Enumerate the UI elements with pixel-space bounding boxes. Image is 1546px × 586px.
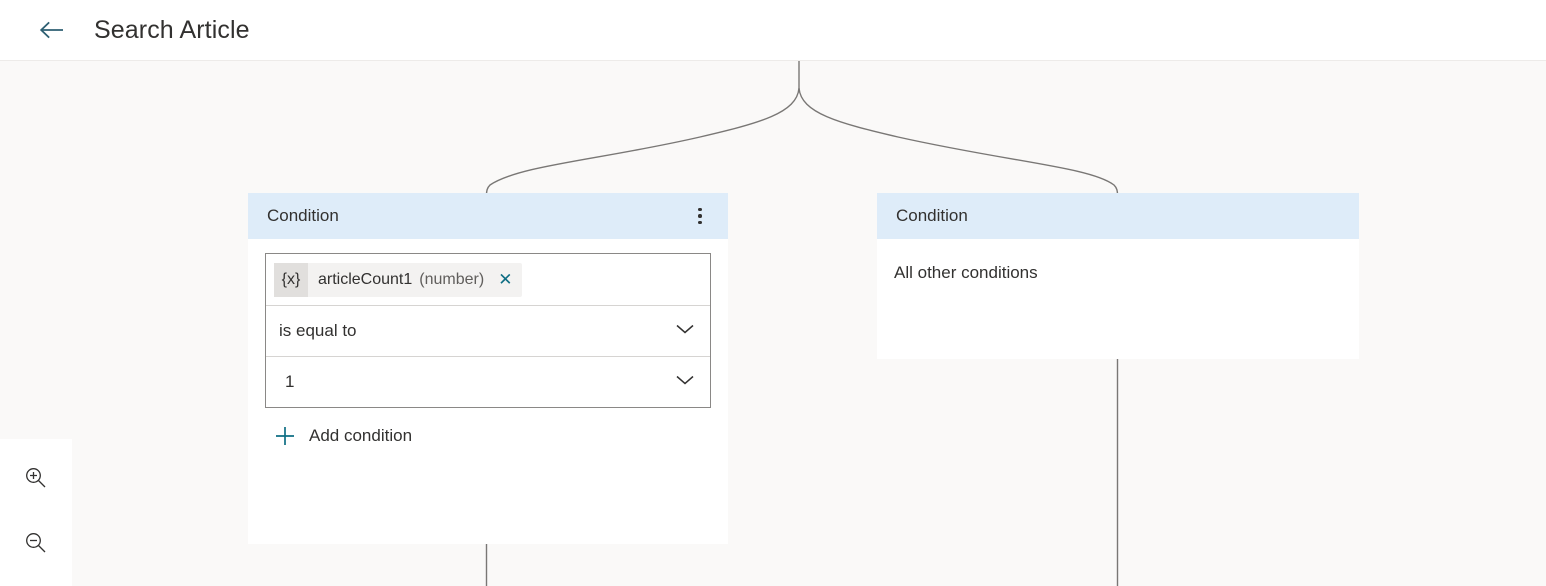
condition-operator-dropdown[interactable]: is equal to — [266, 305, 710, 356]
arrow-left-icon — [38, 20, 66, 40]
back-button[interactable] — [30, 10, 74, 50]
node-condition-body: {x} articleCount1 (number) ✕ is equal to — [248, 239, 728, 447]
plus-icon — [274, 425, 296, 447]
flow-canvas[interactable]: Condition {x} articleCount1 (number) ✕ — [0, 61, 1546, 586]
node-else-header: Condition — [877, 193, 1359, 239]
variable-type: (number) — [419, 271, 484, 289]
zoom-out-button[interactable] — [11, 516, 61, 569]
edge-branch-left — [487, 88, 800, 195]
chevron-down-icon[interactable] — [674, 373, 696, 392]
flow-designer-screen: Search Article Condition — [0, 0, 1546, 586]
kebab-menu-icon[interactable] — [686, 202, 714, 230]
add-condition-label: Add condition — [309, 426, 412, 446]
condition-variable-row[interactable]: {x} articleCount1 (number) ✕ — [266, 254, 710, 305]
chevron-down-icon[interactable] — [674, 322, 696, 341]
variable-chip[interactable]: {x} articleCount1 (number) ✕ — [274, 263, 522, 297]
close-icon[interactable]: ✕ — [498, 271, 512, 288]
variable-name: articleCount1 — [318, 271, 412, 289]
node-condition-header: Condition — [248, 193, 728, 239]
condition-value-dropdown[interactable]: 1 — [266, 356, 710, 407]
zoom-out-icon — [23, 530, 49, 556]
zoom-toolbar — [0, 439, 72, 586]
condition-value: 1 — [285, 372, 294, 392]
add-condition-button[interactable]: Add condition — [274, 425, 412, 447]
node-condition[interactable]: Condition {x} articleCount1 (number) ✕ — [248, 193, 728, 544]
node-condition-title: Condition — [267, 206, 686, 226]
condition-operator-value: is equal to — [279, 321, 357, 341]
node-else-condition[interactable]: Condition All other conditions — [877, 193, 1359, 359]
page-header: Search Article — [0, 0, 1546, 61]
node-else-text: All other conditions — [894, 263, 1038, 283]
condition-group: {x} articleCount1 (number) ✕ is equal to — [265, 253, 711, 408]
edge-branch-right — [799, 88, 1118, 195]
fit-to-screen-button[interactable] — [11, 582, 61, 586]
node-else-body: All other conditions — [877, 239, 1359, 359]
page-title: Search Article — [94, 16, 250, 45]
variable-brace-icon: {x} — [274, 263, 308, 297]
node-else-title: Condition — [896, 206, 1345, 226]
zoom-in-button[interactable] — [11, 451, 61, 504]
zoom-in-icon — [23, 465, 49, 491]
